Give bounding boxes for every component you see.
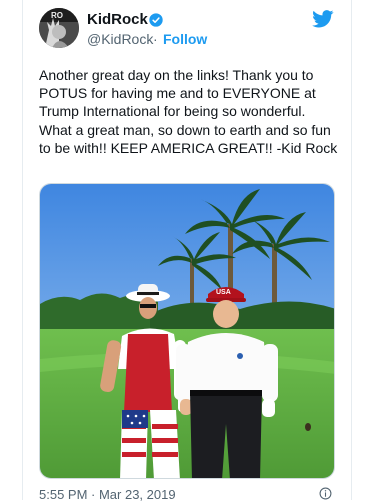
tweet-photo[interactable]: USA	[39, 183, 335, 479]
handle[interactable]: @KidRock	[87, 31, 153, 47]
display-name[interactable]: KidRock	[87, 11, 148, 28]
cap-text: USA	[216, 289, 231, 296]
avatar-text: RO	[51, 11, 63, 20]
separator-dot: ·	[153, 31, 158, 47]
tweet-text: Another great day on the links! Thank yo…	[39, 67, 338, 156]
verified-badge-icon	[149, 13, 163, 27]
follow-button[interactable]: Follow	[163, 31, 207, 47]
twitter-bird-icon[interactable]	[312, 10, 334, 28]
info-icon[interactable]	[319, 487, 332, 500]
avatar[interactable]: RO	[39, 8, 79, 48]
